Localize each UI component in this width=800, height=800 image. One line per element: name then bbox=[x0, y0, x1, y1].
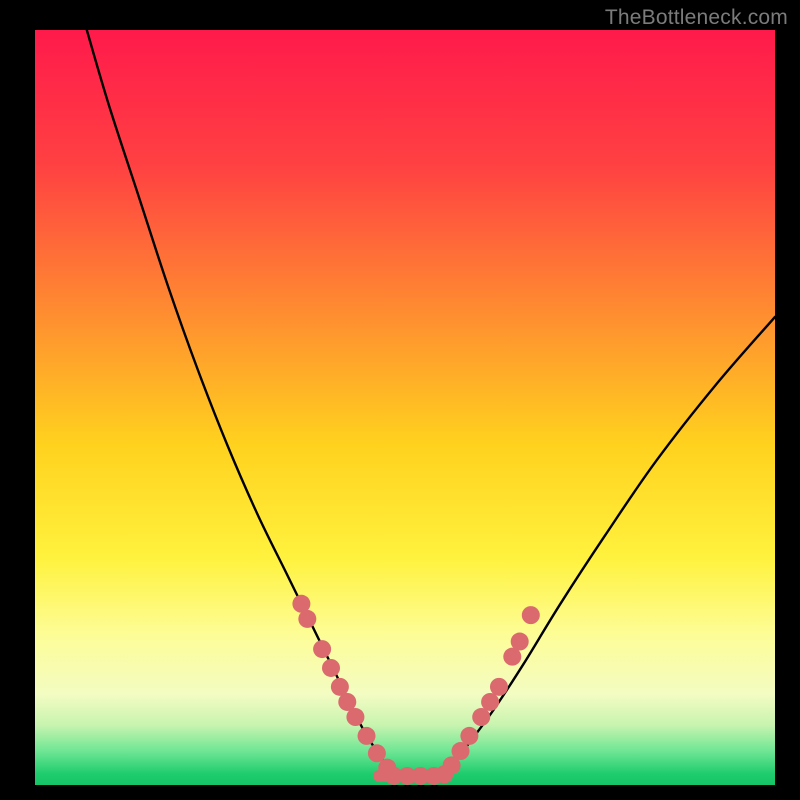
data-marker bbox=[346, 708, 364, 726]
data-marker bbox=[358, 727, 376, 745]
data-marker bbox=[452, 742, 470, 760]
data-marker bbox=[322, 659, 340, 677]
data-marker bbox=[511, 633, 529, 651]
chart-stage: TheBottleneck.com bbox=[0, 0, 800, 800]
plot-background bbox=[35, 30, 775, 785]
data-marker bbox=[368, 744, 386, 762]
data-marker bbox=[522, 606, 540, 624]
data-marker bbox=[313, 640, 331, 658]
bottleneck-plot bbox=[0, 0, 800, 800]
data-marker bbox=[460, 727, 478, 745]
data-marker bbox=[490, 678, 508, 696]
watermark-text: TheBottleneck.com bbox=[605, 6, 788, 30]
data-marker bbox=[472, 708, 490, 726]
data-marker bbox=[298, 610, 316, 628]
data-marker bbox=[481, 693, 499, 711]
data-marker bbox=[435, 765, 453, 783]
